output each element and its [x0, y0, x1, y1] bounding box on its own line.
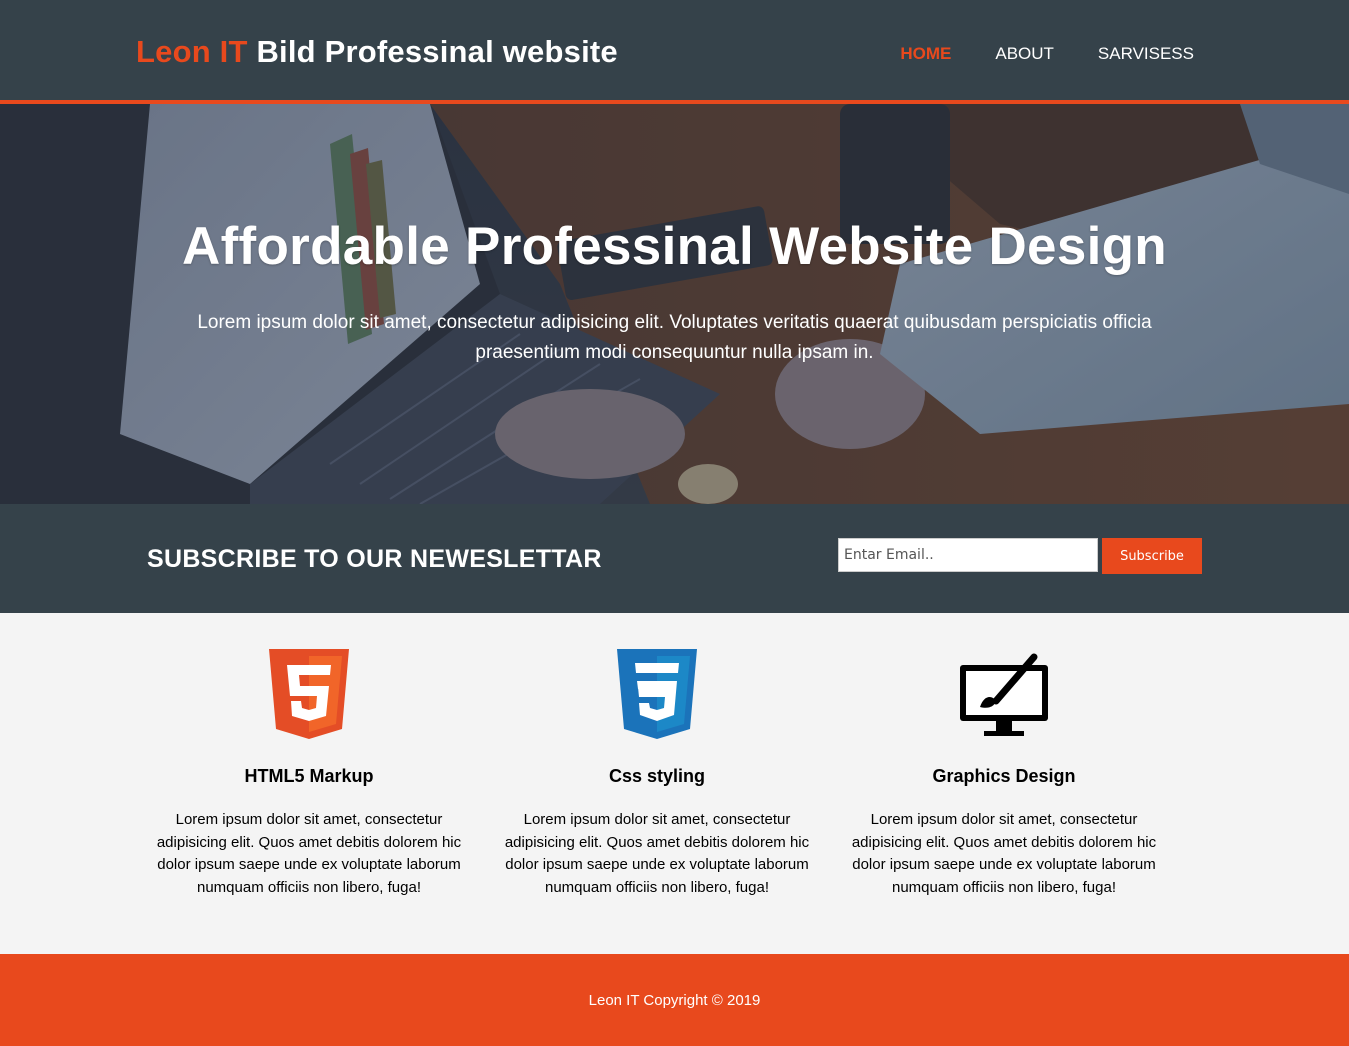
nav-about-link[interactable]: ABOUT — [995, 44, 1054, 64]
feature-title: HTML5 Markup — [244, 766, 374, 786]
newsletter-title: SUBSCRIBE TO OUR NEWESLETTAR — [147, 545, 602, 573]
brand-accent: Leon IT — [136, 34, 248, 69]
hero-background-image — [0, 104, 1349, 504]
html5-icon — [269, 649, 349, 739]
main-nav: HOME ABOUT SARVISESS — [900, 44, 1194, 64]
brand-tagline: Bild Professinal website — [247, 34, 618, 69]
nav-services-link[interactable]: SARVISESS — [1098, 44, 1194, 64]
email-input[interactable] — [838, 538, 1098, 572]
graphics-design-icon — [960, 653, 1048, 736]
hero-description: Lorem ipsum dolor sit amet, consectetur … — [197, 312, 1152, 363]
site-header: Leon IT Bild Professinal website HOME AB… — [0, 0, 1349, 104]
feature-description: Lorem ipsum dolor sit amet, consectetur … — [851, 811, 1157, 896]
feature-title: Css styling — [608, 766, 706, 786]
subscribe-button[interactable]: Subscribe — [1102, 538, 1202, 574]
css3-icon — [617, 649, 697, 739]
copyright-text: Leon IT Copyright © 2019 — [588, 992, 761, 1009]
feature-title: Graphics Design — [932, 766, 1076, 786]
site-footer: Leon IT Copyright © 2019 — [0, 954, 1349, 1046]
hero-title: Affordable Professinal Website Design — [182, 217, 1167, 276]
feature-description: Lorem ipsum dolor sit amet, consectetur … — [156, 811, 462, 896]
brand-logo[interactable]: Leon IT Bild Professinal website — [136, 34, 618, 70]
feature-description: Lorem ipsum dolor sit amet, consectetur … — [504, 811, 810, 896]
newsletter-section: SUBSCRIBE TO OUR NEWESLETTAR Subscribe — [0, 504, 1349, 613]
features-section: HTML5 Markup Lorem ipsum dolor sit amet,… — [0, 613, 1349, 954]
hero-showcase: Affordable Professinal Website Design Lo… — [0, 104, 1349, 504]
nav-home-link[interactable]: HOME — [900, 44, 951, 64]
